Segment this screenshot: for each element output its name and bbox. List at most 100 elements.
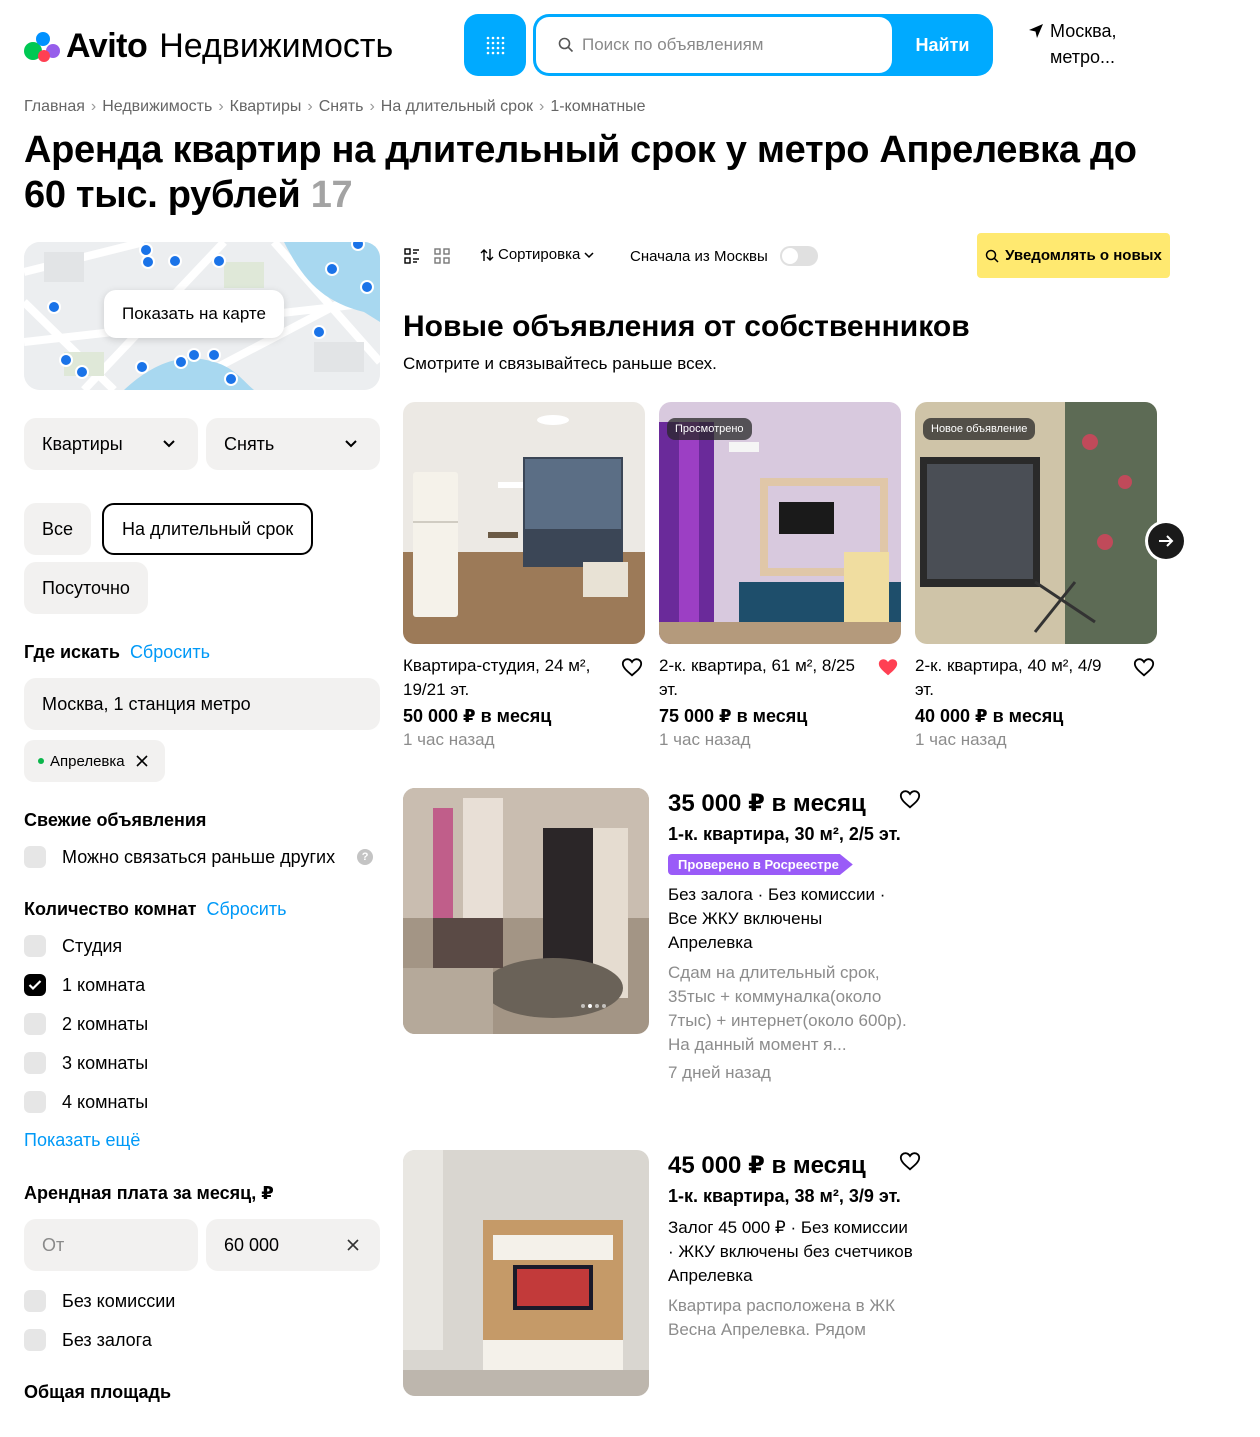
search-icon bbox=[558, 37, 574, 53]
listing-photo[interactable]: Просмотрено bbox=[659, 402, 901, 644]
room-option-2[interactable]: 2 комнаты bbox=[24, 1013, 148, 1035]
listing-name[interactable]: 2-к. квартира, 40 м², 4/9 эт. bbox=[915, 654, 1121, 702]
heart-outline-icon[interactable] bbox=[1133, 656, 1155, 678]
rooms-reset-link[interactable]: Сбросить bbox=[206, 899, 286, 920]
listing-item[interactable]: 45 000 ₽ в месяц 1-к. квартира, 38 м², 3… bbox=[403, 1150, 923, 1410]
metro-line-dot bbox=[38, 758, 44, 764]
close-icon[interactable] bbox=[135, 754, 149, 768]
moscow-first-label: Сначала из Москвы bbox=[630, 247, 768, 265]
category-select[interactable]: Квартиры bbox=[24, 418, 198, 470]
notify-button[interactable]: Уведомлять о новых bbox=[977, 233, 1170, 278]
new-listing-card[interactable]: Новое объявление 2-к. квартира, 40 м², 4… bbox=[915, 402, 1157, 749]
search-input[interactable] bbox=[582, 35, 872, 55]
categories-button[interactable] bbox=[464, 14, 526, 76]
listing-meta[interactable]: 1-к. квартира, 38 м², 3/9 эт. bbox=[668, 1184, 918, 1208]
checkbox[interactable] bbox=[24, 1329, 46, 1351]
room-option-3[interactable]: 3 комнаты bbox=[24, 1052, 148, 1074]
no-commission-row[interactable]: Без комиссии bbox=[24, 1290, 175, 1312]
checkbox[interactable] bbox=[24, 1091, 46, 1113]
listing-description: Квартира расположена в ЖК Весна Апрелевк… bbox=[668, 1296, 896, 1339]
show-more-link[interactable]: Показать ещё bbox=[24, 1130, 140, 1151]
listing-price: 50 000 ₽ в месяц bbox=[403, 706, 552, 726]
breadcrumb-item[interactable]: На длительный срок bbox=[381, 98, 533, 116]
listing-photo[interactable] bbox=[403, 1150, 649, 1396]
price-from-placeholder: От bbox=[42, 1234, 65, 1255]
sort-dropdown[interactable]: Сортировка bbox=[480, 246, 594, 263]
grid-view-icon[interactable] bbox=[434, 248, 450, 264]
breadcrumb-item[interactable]: 1-комнатные bbox=[550, 98, 645, 116]
sort-label: Сортировка bbox=[498, 246, 581, 263]
heart-filled-icon[interactable] bbox=[877, 656, 899, 678]
breadcrumb-item[interactable]: Снять bbox=[319, 98, 364, 116]
listing-photo[interactable] bbox=[403, 402, 645, 644]
fresh-checkbox-row[interactable]: Можно связаться раньше других ? bbox=[24, 846, 374, 868]
logo-dots-icon bbox=[24, 28, 60, 64]
room-option-4[interactable]: 4 комнаты bbox=[24, 1091, 148, 1113]
map-preview[interactable]: Показать на карте bbox=[24, 242, 380, 390]
clear-icon[interactable] bbox=[346, 1238, 360, 1252]
room-option-label: 4 комнаты bbox=[62, 1091, 149, 1112]
checkbox[interactable] bbox=[24, 935, 46, 957]
listing-photo[interactable] bbox=[403, 788, 649, 1034]
checkbox[interactable] bbox=[24, 1290, 46, 1312]
listing-info: 35 000 ₽ в месяц 1-к. квартира, 30 м², 2… bbox=[668, 788, 918, 1083]
list-view-icon[interactable] bbox=[404, 248, 420, 264]
location-metro: метро... bbox=[1050, 47, 1116, 67]
show-on-map-button[interactable]: Показать на карте bbox=[104, 290, 284, 338]
listing-name[interactable]: Квартира-студия, 24 м², 19/21 эт. bbox=[403, 654, 609, 702]
heart-outline-icon[interactable] bbox=[899, 788, 921, 810]
room-option-label: 1 комната bbox=[62, 974, 146, 995]
chip-daily[interactable]: Посуточно bbox=[24, 562, 148, 614]
fresh-option-label: Можно связаться раньше других bbox=[62, 846, 336, 867]
heart-outline-icon[interactable] bbox=[899, 1150, 921, 1172]
new-section-subtitle: Смотрите и связывайтесь раньше всех. bbox=[403, 354, 717, 373]
new-listing-card[interactable]: Просмотрено 2-к. квартира, 61 м², 8/25 э… bbox=[659, 402, 901, 749]
listing-time: 1 час назад bbox=[403, 730, 495, 749]
breadcrumb-item[interactable]: Квартиры bbox=[230, 98, 302, 116]
avito-logo[interactable]: Avito Недвижимость bbox=[24, 24, 393, 68]
location-selector[interactable]: Москва, метро... bbox=[1028, 18, 1116, 70]
listing-terms: Залог 45 000 ₽ · Без комиссии · ЖКУ вклю… bbox=[668, 1218, 913, 1261]
listing-price[interactable]: 45 000 ₽ в месяц bbox=[668, 1150, 918, 1182]
listing-price[interactable]: 35 000 ₽ в месяц bbox=[668, 788, 918, 820]
checkbox[interactable] bbox=[24, 1013, 46, 1035]
checkbox-checked[interactable] bbox=[24, 974, 46, 996]
listing-item[interactable]: 35 000 ₽ в месяц 1-к. квартира, 30 м², 2… bbox=[403, 788, 923, 1118]
room-option-label: 2 комнаты bbox=[62, 1013, 149, 1034]
heart-outline-icon[interactable] bbox=[621, 656, 643, 678]
where-field[interactable]: Москва, 1 станция метро bbox=[24, 678, 380, 730]
listing-meta[interactable]: 1-к. квартира, 30 м², 2/5 эт. bbox=[668, 822, 918, 846]
help-icon[interactable]: ? bbox=[357, 849, 374, 865]
search-box bbox=[536, 17, 892, 73]
listing-time: 1 час назад bbox=[659, 730, 751, 749]
carousel-next-button[interactable] bbox=[1148, 523, 1184, 559]
metro-tag-label: Апрелевка bbox=[50, 752, 125, 770]
checkbox[interactable] bbox=[24, 846, 46, 868]
moscow-first-toggle[interactable] bbox=[779, 246, 818, 266]
room-option-label: 3 комнаты bbox=[62, 1052, 149, 1073]
page-title: Аренда квартир на длительный срок у метр… bbox=[24, 128, 1144, 218]
room-option-1[interactable]: 1 комната bbox=[24, 974, 145, 996]
new-listing-card[interactable]: Квартира-студия, 24 м², 19/21 эт. 50 000… bbox=[403, 402, 645, 749]
where-reset-link[interactable]: Сбросить bbox=[130, 642, 210, 663]
room-option-label: Студия bbox=[62, 935, 123, 956]
deal-select[interactable]: Снять bbox=[206, 418, 380, 470]
rooms-section-title: Количество комнат Сбросить bbox=[24, 899, 286, 920]
listing-photo[interactable]: Новое объявление bbox=[915, 402, 1157, 644]
chip-all[interactable]: Все bbox=[24, 503, 92, 555]
price-to-field[interactable]: 60 000 bbox=[206, 1219, 380, 1271]
breadcrumb-item[interactable]: Главная bbox=[24, 98, 85, 116]
listing-description: Сдам на длительный срок, 35тыс + коммуна… bbox=[668, 963, 907, 1054]
area-section-title: Общая площадь bbox=[24, 1382, 171, 1403]
price-from-field[interactable]: От bbox=[24, 1219, 198, 1271]
search-button[interactable]: Найти bbox=[892, 14, 993, 76]
room-option-studio[interactable]: Студия bbox=[24, 935, 122, 957]
new-section-title: Новые объявления от собственников bbox=[403, 310, 970, 343]
listing-station: Апрелевка bbox=[668, 933, 753, 952]
breadcrumb-item[interactable]: Недвижимость bbox=[102, 98, 212, 116]
no-deposit-row[interactable]: Без залога bbox=[24, 1329, 152, 1351]
listing-name[interactable]: 2-к. квартира, 61 м², 8/25 эт. bbox=[659, 654, 865, 702]
chip-long-term[interactable]: На длительный срок bbox=[102, 503, 314, 555]
moscow-first-toggle-row: Сначала из Москвы bbox=[630, 246, 818, 266]
checkbox[interactable] bbox=[24, 1052, 46, 1074]
